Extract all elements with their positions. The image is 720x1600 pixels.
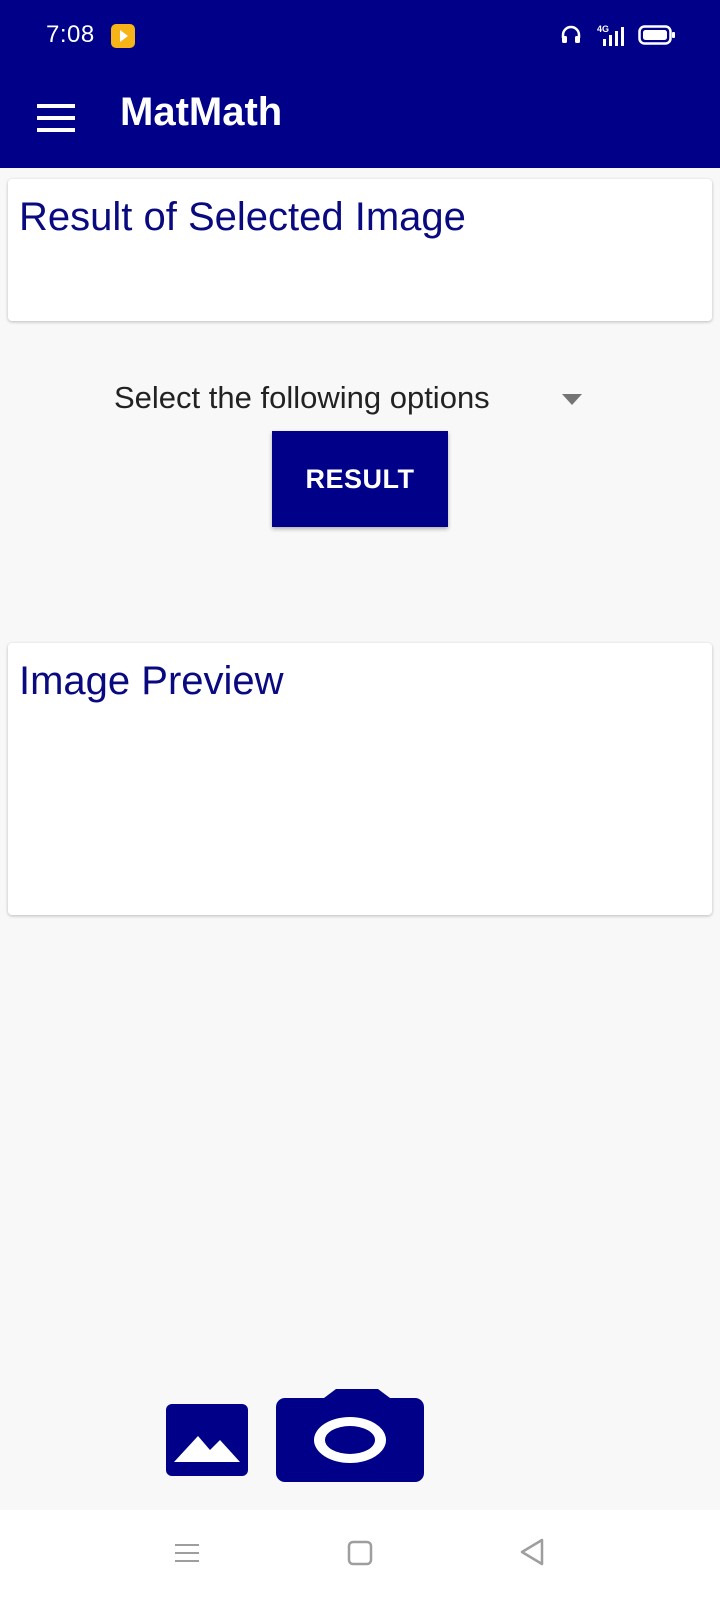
dropdown-arrow-icon: [562, 394, 582, 405]
camera-icon: [276, 1389, 424, 1482]
headset-icon: [561, 25, 581, 43]
navigation-bar: [0, 1510, 720, 1600]
result-button[interactable]: RESULT: [272, 431, 448, 527]
gallery-button[interactable]: [164, 1402, 250, 1478]
status-time: 7:08: [46, 21, 95, 48]
signal-icon: [603, 27, 624, 46]
status-bar: 7:08 4G: [0, 0, 720, 72]
hamburger-menu-icon: [37, 104, 75, 132]
home-icon[interactable]: [345, 1538, 375, 1568]
result-card: Result of Selected Image: [8, 179, 712, 321]
options-dropdown-text: Select the following options: [114, 380, 490, 415]
app-title: MatMath: [120, 90, 283, 134]
image-preview-title: Image Preview: [19, 659, 284, 703]
back-icon[interactable]: [516, 1536, 548, 1568]
result-card-title: Result of Selected Image: [19, 195, 466, 239]
options-dropdown[interactable]: Select the following options: [100, 370, 600, 426]
menu-button[interactable]: [30, 92, 82, 144]
battery-icon: [638, 25, 675, 45]
recent-apps-icon[interactable]: [172, 1538, 202, 1568]
gallery-icon: [166, 1404, 248, 1476]
app-bar: MatMath: [0, 72, 720, 168]
image-preview-card: Image Preview: [8, 643, 712, 915]
play-app-icon: [111, 24, 135, 48]
camera-button[interactable]: [276, 1388, 424, 1482]
